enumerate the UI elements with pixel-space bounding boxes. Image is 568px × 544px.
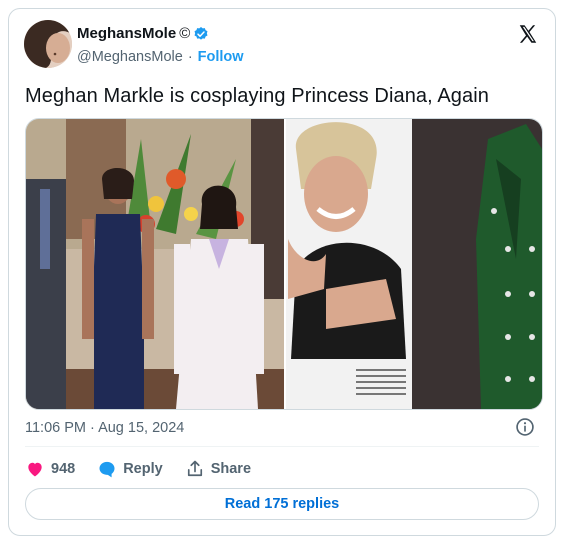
tweet-timestamp[interactable]: 11:06 PM · Aug 15, 2024 bbox=[25, 420, 184, 436]
reply-bubble-icon bbox=[99, 461, 115, 478]
copyright-symbol: © bbox=[179, 25, 191, 42]
reply-label: Reply bbox=[123, 461, 163, 477]
tweet-text: Meghan Markle is cosplaying Princess Dia… bbox=[25, 85, 490, 107]
share-icon bbox=[187, 460, 202, 477]
media-collage-image bbox=[26, 119, 542, 409]
handle-row: @MeghansMole · Follow bbox=[77, 49, 244, 65]
action-bar: 948 Reply Share bbox=[25, 459, 273, 479]
verified-badge-icon bbox=[194, 26, 208, 40]
avatar[interactable] bbox=[24, 20, 72, 68]
heart-icon bbox=[28, 462, 42, 477]
tweet-card: MeghansMole © @MeghansMole · Follow Megh… bbox=[8, 8, 556, 536]
reply-button[interactable]: Reply bbox=[97, 459, 163, 479]
separator-dot: · bbox=[187, 49, 193, 65]
author-name-row: MeghansMole © bbox=[77, 25, 209, 42]
author-handle[interactable]: @MeghansMole bbox=[77, 49, 183, 65]
x-logo-icon[interactable] bbox=[517, 23, 539, 45]
tweet-media[interactable] bbox=[25, 118, 543, 410]
share-button[interactable]: Share bbox=[185, 459, 251, 479]
divider bbox=[25, 446, 539, 447]
display-name[interactable]: MeghansMole bbox=[77, 25, 176, 42]
like-count: 948 bbox=[51, 461, 76, 477]
share-label: Share bbox=[210, 461, 252, 477]
read-replies-button[interactable]: Read 175 replies bbox=[25, 488, 539, 520]
follow-button[interactable]: Follow bbox=[198, 49, 244, 65]
like-button[interactable]: 948 bbox=[25, 459, 75, 479]
info-icon[interactable] bbox=[515, 417, 535, 437]
